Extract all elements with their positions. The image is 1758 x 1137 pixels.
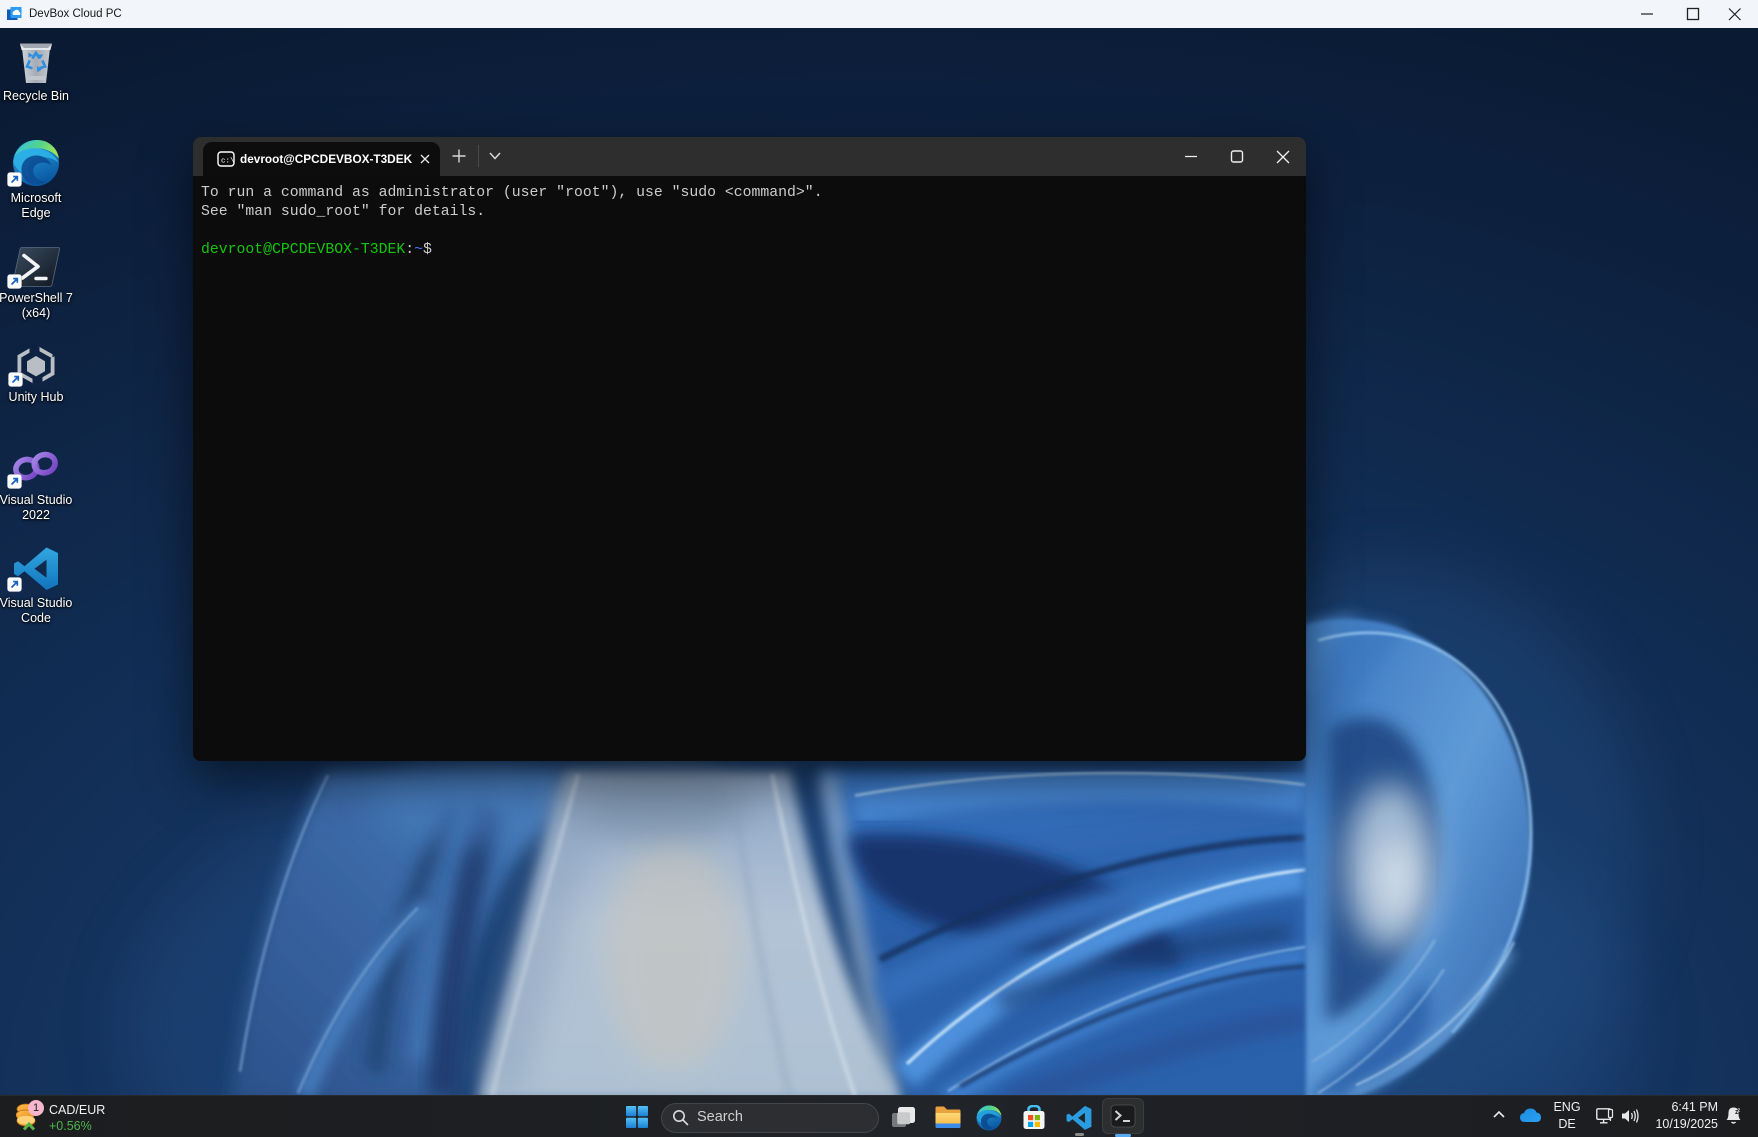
svg-text:c:\: c:\ bbox=[221, 158, 235, 166]
svg-text:z: z bbox=[1738, 1108, 1741, 1114]
